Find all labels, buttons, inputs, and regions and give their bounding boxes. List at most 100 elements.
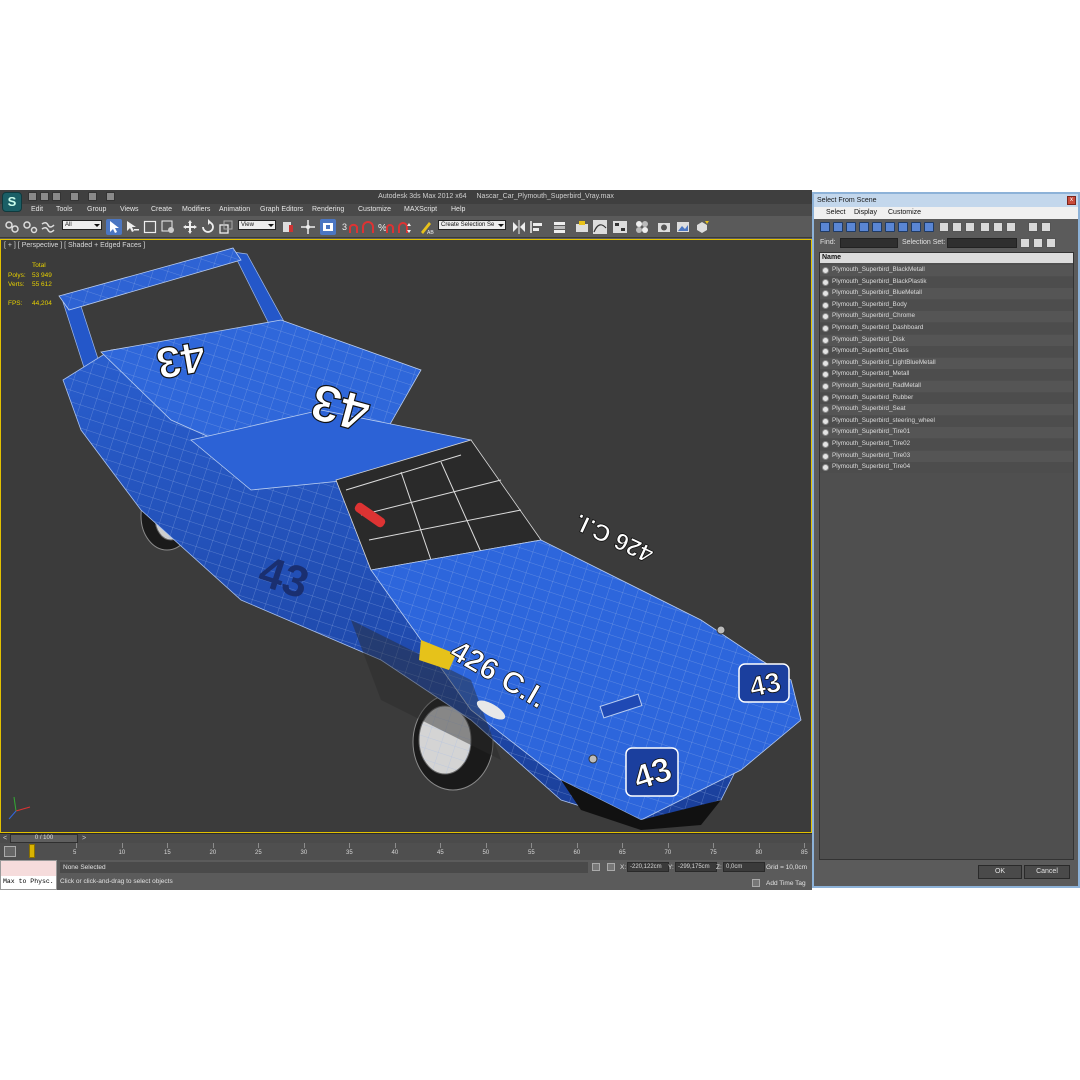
sort-icon[interactable] [980, 222, 990, 232]
close-icon[interactable]: x [1067, 196, 1076, 205]
selection-lock-icon[interactable] [592, 863, 600, 871]
select-and-move-icon[interactable] [182, 219, 198, 235]
schematic-view-icon[interactable] [612, 219, 628, 235]
list-item[interactable]: Plymouth_Superbird_Glass [820, 346, 1073, 358]
rendered-frame-window-icon[interactable] [675, 219, 691, 235]
curve-editor-icon[interactable] [592, 219, 608, 235]
list-item[interactable]: Plymouth_Superbird_Metall [820, 369, 1073, 381]
list-item[interactable]: Plymouth_Superbird_steering_wheel [820, 415, 1073, 427]
app-logo-icon[interactable]: S [2, 192, 22, 212]
list-item[interactable]: Plymouth_Superbird_LightBlueMetall [820, 357, 1073, 369]
display-shapes-icon[interactable] [833, 222, 843, 232]
list-item[interactable]: Plymouth_Superbird_Chrome [820, 311, 1073, 323]
menu-group[interactable]: Group [87, 206, 106, 213]
menu-modifiers[interactable]: Modifiers [182, 206, 210, 213]
time-slider[interactable]: < 0 / 100 > [0, 833, 812, 843]
display-cameras-icon[interactable] [859, 222, 869, 232]
filter-icon[interactable] [1028, 222, 1038, 232]
list-item[interactable]: Plymouth_Superbird_Tire03 [820, 450, 1073, 462]
hierarchy-filter-icon[interactable] [1041, 222, 1051, 232]
window-crossing-icon[interactable] [160, 219, 176, 235]
display-dependents-icon[interactable] [1006, 222, 1016, 232]
perspective-viewport[interactable]: [ + ] [ Perspective ] [ Shaded + Edged F… [0, 239, 812, 833]
percent-snap-icon[interactable]: % [378, 219, 394, 235]
maxscript-input[interactable] [1, 861, 56, 876]
time-tag-icon[interactable] [752, 879, 760, 887]
selection-set-add-icon[interactable] [1020, 238, 1030, 248]
current-frame-marker[interactable] [29, 844, 35, 858]
render-setup-icon[interactable] [656, 219, 672, 235]
select-invert-icon[interactable] [965, 222, 975, 232]
menu-rendering[interactable]: Rendering [312, 206, 344, 213]
list-item[interactable]: Plymouth_Superbird_Rubber [820, 392, 1073, 404]
name-column-header[interactable]: Name [820, 253, 1073, 263]
time-slider-next[interactable]: > [82, 835, 86, 842]
reference-coordinate-dropdown[interactable]: View [238, 220, 276, 230]
list-item[interactable]: Plymouth_Superbird_BlackMetall [820, 265, 1073, 276]
menu-graph-editors[interactable]: Graph Editors [260, 206, 303, 213]
display-helpers-icon[interactable] [872, 222, 882, 232]
selection-sets-dropdown[interactable] [947, 238, 1017, 248]
select-none-icon[interactable] [952, 222, 962, 232]
list-item[interactable]: Plymouth_Superbird_Disk [820, 334, 1073, 346]
display-lights-icon[interactable] [846, 222, 856, 232]
select-by-name-icon[interactable] [124, 219, 140, 235]
display-bones-icon[interactable] [924, 222, 934, 232]
list-item[interactable]: Plymouth_Superbird_Tire02 [820, 439, 1073, 450]
display-xrefs-icon[interactable] [911, 222, 921, 232]
snaps-toggle-icon[interactable]: 3 [342, 219, 358, 235]
mirror-icon[interactable] [511, 219, 527, 235]
layer-manager-icon[interactable] [552, 219, 568, 235]
menu-create[interactable]: Create [151, 206, 172, 213]
dialog-menu-display[interactable]: Display [854, 209, 877, 216]
display-geometry-icon[interactable] [820, 222, 830, 232]
open-mini-curve-editor-icon[interactable] [4, 846, 16, 857]
angle-snap-icon[interactable] [360, 219, 376, 235]
select-object-icon[interactable] [106, 219, 122, 235]
graphite-modeling-icon[interactable] [574, 219, 590, 235]
maxscript-listener[interactable]: Max to Physc. [0, 860, 57, 890]
edit-named-selection-icon[interactable]: ABC [418, 219, 438, 236]
track-bar[interactable]: 5 10 15 20 25 30 35 40 45 50 55 60 65 70 75 80 85 [0, 843, 812, 860]
list-item[interactable]: Plymouth_Superbird_BlueMetall [820, 288, 1073, 300]
bind-space-warp-icon[interactable] [40, 219, 56, 235]
menu-customize[interactable]: Customize [358, 206, 391, 213]
display-groups-icon[interactable] [898, 222, 908, 232]
select-and-link-icon[interactable] [4, 219, 20, 235]
menu-animation[interactable]: Animation [219, 206, 250, 213]
find-input[interactable] [840, 238, 898, 248]
cancel-button[interactable]: Cancel [1024, 865, 1070, 879]
menu-maxscript[interactable]: MAXScript [404, 206, 437, 213]
render-production-icon[interactable] [694, 219, 710, 235]
display-children-icon[interactable] [993, 222, 1003, 232]
menu-views[interactable]: Views [120, 206, 139, 213]
list-item[interactable]: Plymouth_Superbird_BlackPlastik [820, 276, 1073, 288]
x-coord-field[interactable]: -220,122cm [627, 862, 669, 872]
named-selection-set-dropdown[interactable]: Create Selection Se [438, 220, 506, 230]
spinner-snap-icon[interactable] [396, 219, 412, 235]
car-wireframe-model[interactable]: 43 43 43 426 C.I. 426 C.I. 43 43 [1, 240, 811, 832]
dialog-menu-customize[interactable]: Customize [888, 209, 921, 216]
list-item[interactable]: Plymouth_Superbird_Seat [820, 404, 1073, 416]
align-icon[interactable] [529, 219, 545, 235]
select-all-icon[interactable] [939, 222, 949, 232]
rectangular-selection-icon[interactable] [142, 219, 158, 235]
menu-help[interactable]: Help [451, 206, 465, 213]
list-item[interactable]: Plymouth_Superbird_Tire01 [820, 427, 1073, 439]
select-and-rotate-icon[interactable] [200, 219, 216, 235]
dialog-menu-select[interactable]: Select [826, 209, 845, 216]
pivot-point-center-icon[interactable] [280, 219, 296, 235]
time-slider-thumb[interactable]: 0 / 100 [10, 834, 78, 843]
time-slider-prev[interactable]: < [3, 835, 7, 842]
selection-filter-dropdown[interactable]: All [62, 220, 102, 230]
list-item[interactable]: Plymouth_Superbird_Tire04 [820, 462, 1073, 474]
y-coord-field[interactable]: -299,175cm [675, 862, 717, 872]
menu-tools[interactable]: Tools [56, 206, 72, 213]
menu-edit[interactable]: Edit [31, 206, 43, 213]
list-item[interactable]: Plymouth_Superbird_Dashboard [820, 323, 1073, 334]
keyboard-shortcut-override-icon[interactable] [320, 219, 336, 235]
absolute-mode-icon[interactable] [607, 863, 615, 871]
selection-set-remove-icon[interactable] [1033, 238, 1043, 248]
z-coord-field[interactable]: 0,0cm [723, 862, 765, 872]
selection-set-edit-icon[interactable] [1046, 238, 1056, 248]
